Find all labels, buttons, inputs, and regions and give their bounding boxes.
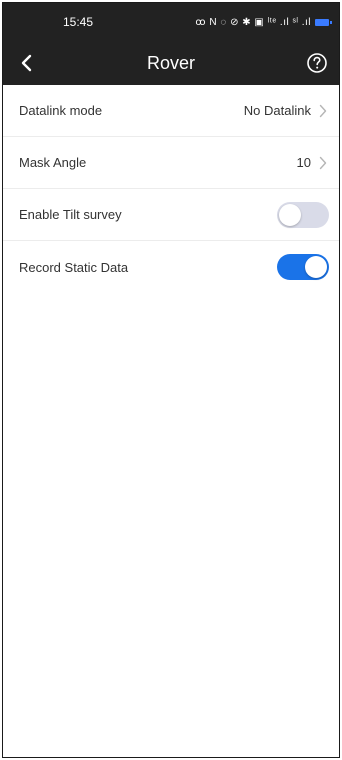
title-bar: Rover (3, 41, 339, 85)
record-static-data-toggle[interactable] (277, 254, 329, 280)
help-circle-icon (307, 53, 327, 73)
app-window: 15:45 ꝏ N ◌ ⊘ ✱ ▣ ˡᵗᵉ .ıl ˢˡ .ıl Rover D… (2, 2, 340, 758)
datalink-mode-row[interactable]: Datalink mode No Datalink (3, 85, 339, 137)
back-button[interactable] (13, 49, 41, 77)
enable-tilt-survey-label: Enable Tilt survey (19, 207, 122, 222)
datalink-mode-value: No Datalink (243, 103, 311, 118)
mask-angle-value: 10 (296, 155, 311, 170)
mask-angle-row[interactable]: Mask Angle 10 (3, 137, 339, 189)
status-icons: ꝏ N ◌ ⊘ ✱ ▣ ˡᵗᵉ .ıl ˢˡ .ıl (195, 16, 332, 28)
chevron-left-icon (21, 54, 32, 72)
toggle-knob (279, 203, 301, 226)
enable-tilt-survey-row: Enable Tilt survey (3, 189, 339, 241)
settings-list: Datalink mode No Datalink Mask Angle 10 … (3, 85, 339, 293)
mask-angle-label: Mask Angle (19, 155, 87, 170)
toggle-knob (305, 256, 327, 278)
status-time: 15:45 (63, 15, 94, 29)
status-bar: 15:45 ꝏ N ◌ ⊘ ✱ ▣ ˡᵗᵉ .ıl ˢˡ .ıl (3, 3, 339, 41)
enable-tilt-survey-toggle[interactable] (277, 201, 329, 228)
chevron-right-icon (317, 156, 329, 170)
datalink-mode-label: Datalink mode (19, 103, 103, 118)
page-title: Rover (146, 52, 195, 73)
record-static-data-label: Record Static Data (19, 259, 129, 275)
help-button[interactable] (303, 49, 331, 77)
battery-icon (315, 18, 332, 26)
status-indicator-icons: ꝏ N ◌ ⊘ ✱ ▣ ˡᵗᵉ .ıl ˢˡ .ıl (195, 16, 311, 28)
record-static-data-row: Record Static Data (3, 241, 339, 293)
chevron-right-icon (317, 104, 329, 118)
